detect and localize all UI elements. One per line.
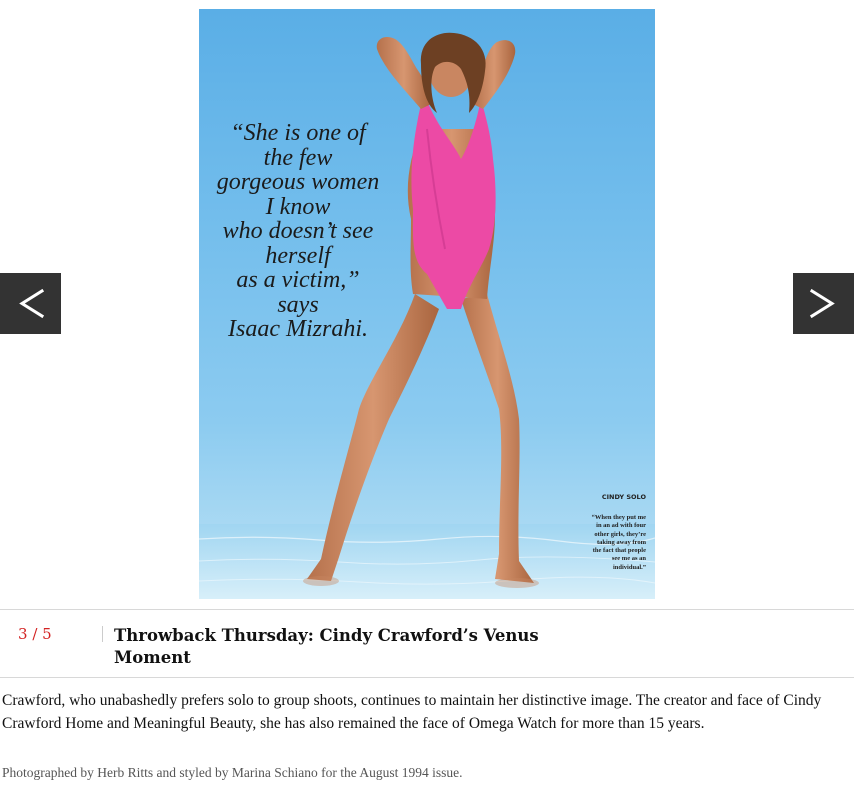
quote-line: says [277,291,319,318]
divider-bottom [0,677,854,678]
quote-line: the few [263,144,333,171]
quote-line: gorgeous women [216,169,380,195]
quote-line: as a victim,” [236,267,360,293]
divider-top [0,609,854,610]
quote-line: herself [265,242,331,269]
quote-line: “She is one of [230,120,366,146]
chevron-left-icon [19,288,45,319]
previous-slide-button[interactable] [0,273,61,334]
slide-counter-total: 5 [42,625,52,643]
gallery-photo: “She is one of the few gorgeous women I … [199,9,655,599]
photo-credit: Photographed by Herb Ritts and styled by… [2,765,463,780]
quote-line: I know [265,193,331,220]
chevron-right-icon [809,288,835,319]
photo-quote: “She is one of the few gorgeous women I … [213,121,383,342]
next-slide-button[interactable] [793,273,854,334]
slide-caption: Crawford, who unabashedly prefers solo t… [2,692,822,732]
slide-counter: 3 / 5 [18,625,52,643]
slide-counter-current: 3 [18,625,28,643]
photo-sidebar-title: CINDY SOLO [601,493,646,501]
photo-sidebar-text: “When they put me in an ad with four oth… [591,514,646,571]
slide-title: Throwback Thursday: Cindy Crawford’s Ven… [114,626,539,667]
counter-divider [102,626,103,642]
slide-counter-separator: / [32,625,38,643]
quote-line: Isaac Mizrahi. [228,316,368,342]
quote-line: who doesn’t see [222,218,374,244]
